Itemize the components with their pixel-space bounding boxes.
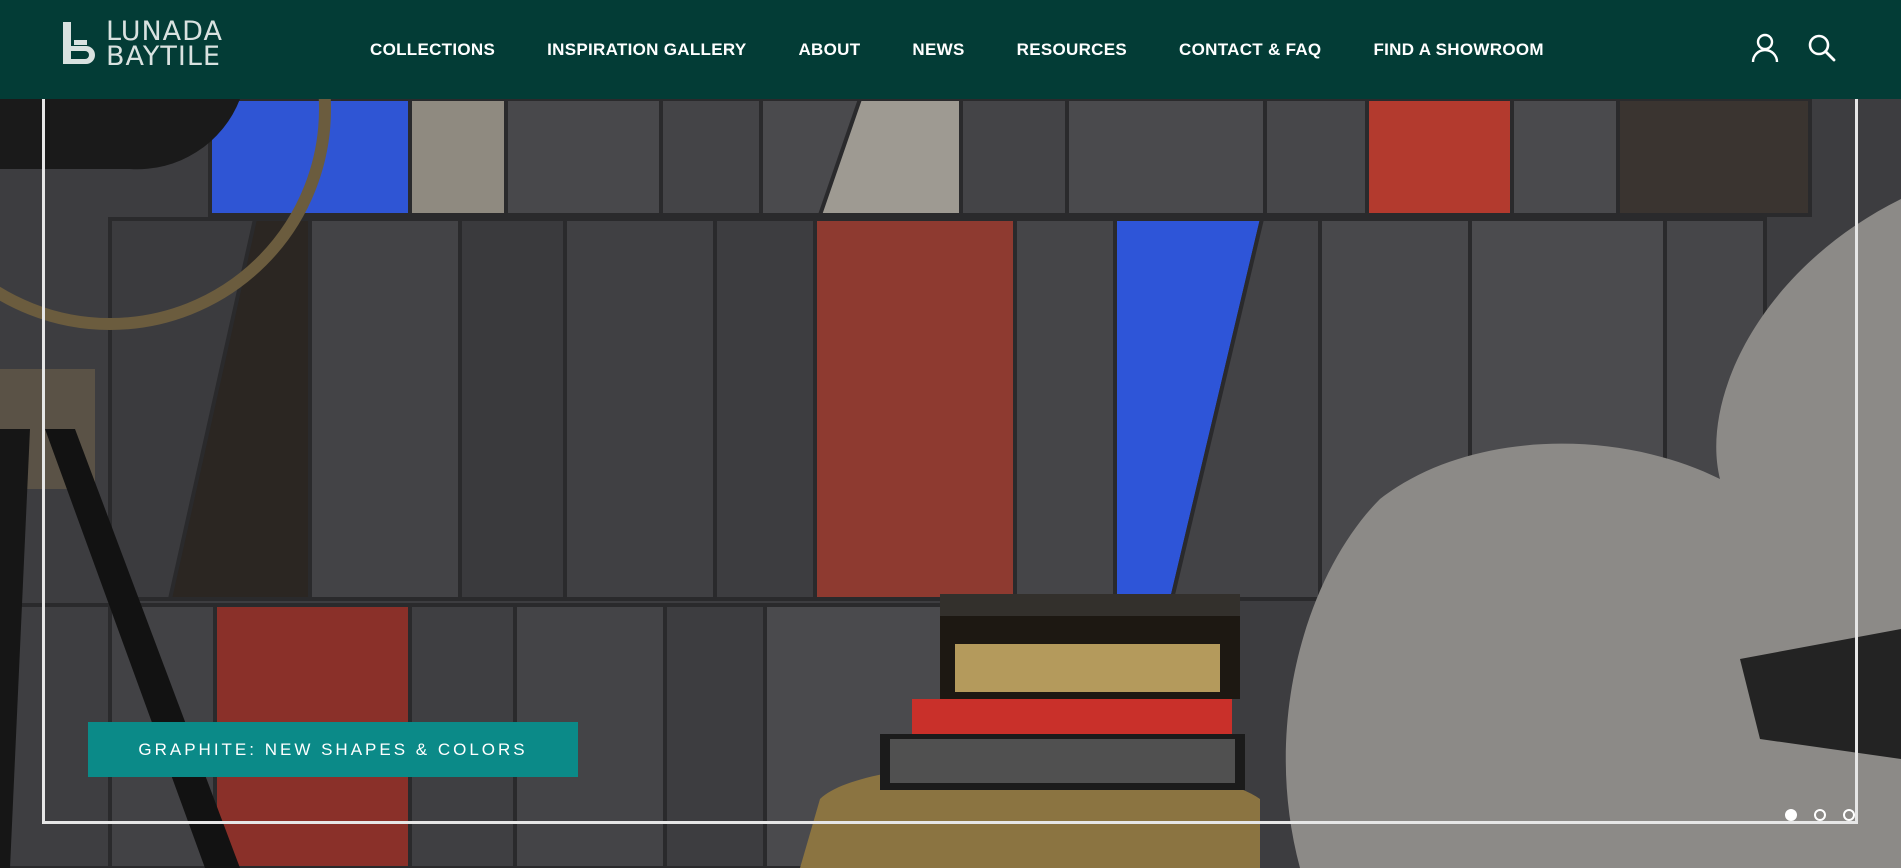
slider-dot-1[interactable] xyxy=(1785,809,1797,821)
slider-dot-2[interactable] xyxy=(1814,809,1826,821)
search-icon[interactable] xyxy=(1807,33,1837,63)
nav-collections[interactable]: COLLECTIONS xyxy=(370,40,495,60)
nav-find-showroom[interactable]: FIND A SHOWROOM xyxy=(1373,40,1543,60)
hero-caption-button[interactable]: GRAPHITE: NEW SHAPES & COLORS xyxy=(88,722,578,777)
nav-resources[interactable]: RESOURCES xyxy=(1017,40,1127,60)
logo-mark-icon xyxy=(63,22,95,64)
main-nav: COLLECTIONS INSPIRATION GALLERY ABOUT NE… xyxy=(370,0,1596,99)
brand-line-2: BAYTILE xyxy=(106,41,221,72)
hero-slider: GRAPHITE: NEW SHAPES & COLORS xyxy=(0,99,1901,868)
nav-inspiration-gallery[interactable]: INSPIRATION GALLERY xyxy=(547,40,746,60)
nav-contact-faq[interactable]: CONTACT & FAQ xyxy=(1179,40,1321,60)
brand-wordmark: LUNADA BAYTILE xyxy=(106,18,223,72)
nav-about[interactable]: ABOUT xyxy=(798,40,860,60)
nav-news[interactable]: NEWS xyxy=(912,40,964,60)
slider-dot-3[interactable] xyxy=(1843,809,1855,821)
user-icon[interactable] xyxy=(1750,33,1780,63)
brand-logo[interactable]: LUNADA BAYTILE xyxy=(60,18,240,72)
site-header: LUNADA BAYTILE COLLECTIONS INSPIRATION G… xyxy=(0,0,1901,99)
slider-pagination xyxy=(1785,809,1872,821)
